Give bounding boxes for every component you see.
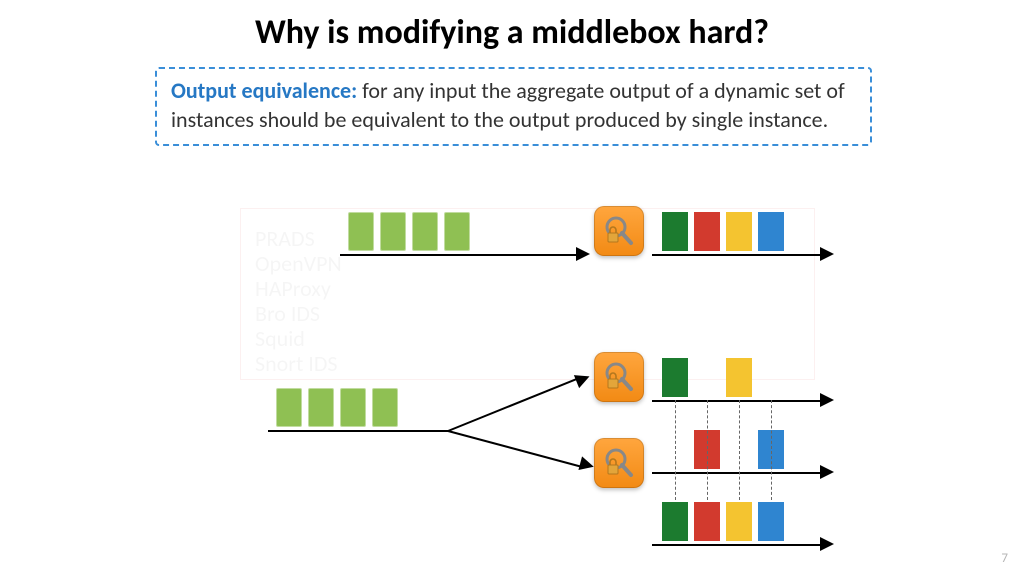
arrow-head-icon — [820, 393, 834, 407]
middlebox-icon — [594, 352, 644, 402]
flow-arrow — [652, 400, 822, 402]
flow-arrow — [340, 254, 578, 256]
arrow-head-icon — [578, 456, 595, 473]
output-packet-red — [694, 502, 720, 541]
flow-arrow — [652, 254, 822, 256]
diagram-stage — [0, 0, 1024, 576]
page-number: 7 — [1001, 551, 1008, 566]
output-packet-green — [662, 502, 688, 541]
input-packet — [276, 388, 302, 427]
middlebox-icon — [594, 206, 644, 256]
output-packet-green — [662, 358, 688, 397]
split-arrow-down — [448, 430, 584, 468]
output-packet-green — [662, 212, 688, 251]
arrow-head-icon — [820, 537, 834, 551]
flow-arrow — [652, 544, 822, 546]
flow-arrow — [268, 430, 448, 432]
dashed-connector — [771, 400, 772, 500]
middlebox-icon — [594, 438, 644, 488]
arrow-head-icon — [574, 370, 592, 388]
dashed-connector — [739, 400, 740, 500]
output-packet-red — [694, 212, 720, 251]
output-packet-yellow — [726, 502, 752, 541]
arrow-head-icon — [820, 247, 834, 261]
input-packet — [340, 388, 366, 427]
output-packet-yellow — [726, 212, 752, 251]
input-packet — [348, 212, 374, 251]
input-packet — [308, 388, 334, 427]
split-arrow-up — [448, 378, 579, 432]
dashed-connector — [675, 400, 676, 500]
output-packet-yellow — [726, 358, 752, 397]
output-packet-blue — [758, 212, 784, 251]
arrow-head-icon — [820, 465, 834, 479]
arrow-head-icon — [576, 247, 590, 261]
input-packet — [412, 212, 438, 251]
input-packet — [444, 212, 470, 251]
dashed-connector — [707, 400, 708, 500]
input-packet — [372, 388, 398, 427]
output-packet-blue — [758, 502, 784, 541]
flow-arrow — [652, 472, 822, 474]
input-packet — [380, 212, 406, 251]
